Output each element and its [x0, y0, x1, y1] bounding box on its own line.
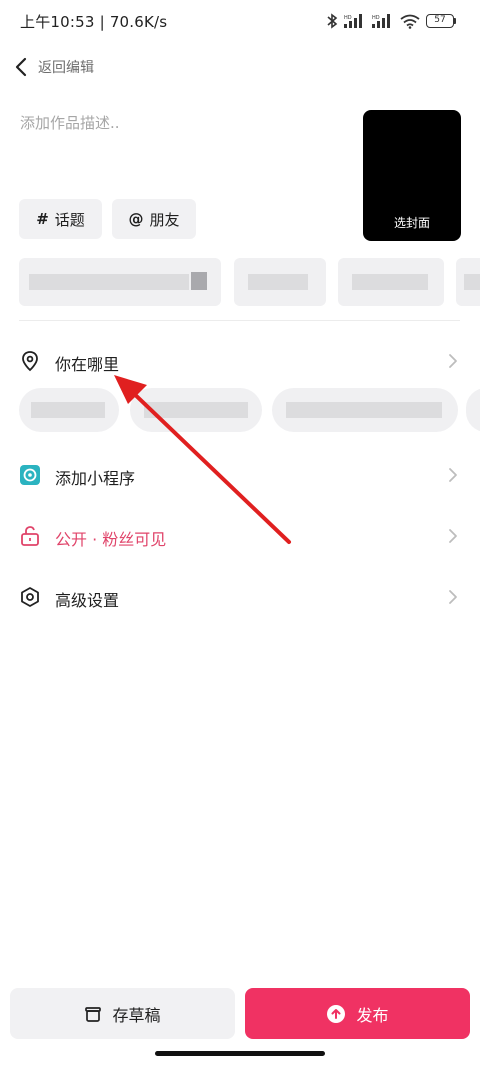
blurred-chip[interactable]	[19, 258, 221, 306]
blurred-chip[interactable]	[338, 258, 444, 306]
signal-icon: HD	[344, 14, 362, 28]
advanced-settings-label: 高级设置	[55, 591, 120, 610]
chevron-right-icon	[449, 354, 457, 368]
at-icon: @	[128, 210, 144, 228]
cover-label: 选封面	[393, 216, 430, 230]
wifi-icon	[400, 14, 420, 29]
privacy-label: 公开 · 粉丝可见	[55, 530, 167, 549]
cover-select-button[interactable]: 选封面	[363, 110, 461, 241]
privacy-row[interactable]: 公开 · 粉丝可见	[0, 513, 480, 559]
save-draft-label: 存草稿	[112, 1005, 161, 1025]
battery-level: 57	[426, 14, 454, 28]
unlock-icon	[21, 526, 39, 546]
save-draft-button[interactable]: 存草稿	[10, 988, 235, 1039]
hexagon-settings-icon	[21, 587, 39, 607]
location-pin-icon	[22, 351, 38, 372]
back-label: 返回编辑	[38, 60, 94, 76]
friend-label: 朋友	[149, 210, 180, 229]
bottom-action-bar: 存草稿 发布	[0, 980, 480, 1050]
hashtag-icon: #	[36, 210, 49, 228]
advanced-settings-row[interactable]: 高级设置	[0, 574, 480, 620]
topic-button[interactable]: # 话题	[19, 199, 102, 239]
svg-text:HD: HD	[344, 15, 352, 21]
publish-button[interactable]: 发布	[245, 988, 470, 1039]
status-bar: 上午10:53 | 70.6K/s HD HD 57	[0, 0, 480, 42]
battery-icon: 57	[426, 14, 456, 28]
description-input[interactable]	[20, 112, 340, 192]
blurred-chip[interactable]	[272, 388, 458, 432]
topic-label: 话题	[54, 210, 85, 229]
chevron-right-icon	[449, 529, 457, 543]
blurred-location-suggestions	[0, 388, 480, 432]
mini-program-row[interactable]: 添加小程序	[0, 452, 480, 498]
divider	[19, 320, 460, 321]
mention-friend-button[interactable]: @ 朋友	[112, 199, 196, 239]
blurred-chip[interactable]	[456, 258, 480, 306]
back-button[interactable]: 返回编辑	[14, 52, 94, 82]
blurred-chip[interactable]	[234, 258, 326, 306]
upload-circle-icon	[327, 1004, 346, 1023]
status-icons: HD HD 57	[326, 12, 456, 30]
publish-label: 发布	[356, 1005, 389, 1025]
location-label: 你在哪里	[55, 355, 120, 374]
signal-icon: HD	[372, 14, 390, 28]
mini-program-icon	[20, 465, 40, 485]
location-row[interactable]: 你在哪里	[0, 338, 480, 384]
svg-text:HD: HD	[372, 15, 380, 21]
chevron-right-icon	[449, 590, 457, 604]
mini-program-label: 添加小程序	[55, 469, 136, 488]
blurred-chip[interactable]	[130, 388, 262, 432]
draft-box-icon	[85, 1006, 102, 1022]
bluetooth-icon	[327, 13, 338, 29]
blurred-chip[interactable]	[19, 388, 119, 432]
status-time-speed: 上午10:53 | 70.6K/s	[20, 13, 168, 31]
home-indicator[interactable]	[155, 1051, 325, 1056]
chevron-right-icon	[449, 468, 457, 482]
chevron-left-icon	[15, 57, 27, 77]
blurred-chip[interactable]	[466, 388, 480, 432]
blurred-suggestions-row	[0, 258, 480, 306]
